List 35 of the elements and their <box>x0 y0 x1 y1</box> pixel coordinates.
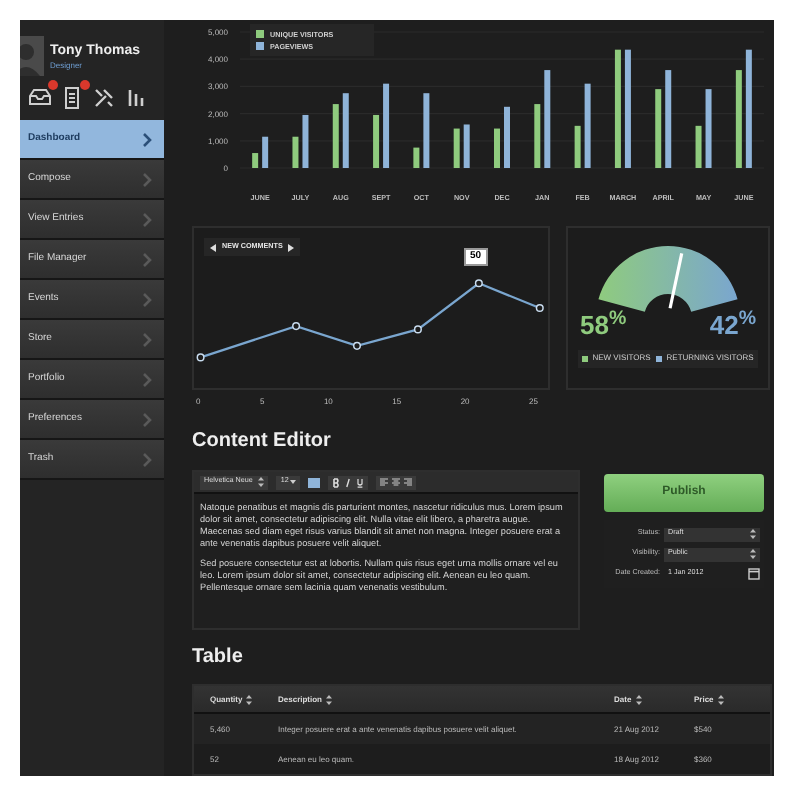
new-visitors-share: 58$^{%}$ <box>580 306 627 344</box>
chevron-right-icon <box>142 131 152 147</box>
returning-visitors-share: 42$^{%}$ <box>709 306 756 344</box>
document-icon[interactable] <box>60 86 84 110</box>
bars-icon[interactable] <box>124 86 148 110</box>
up-down-arrows-icon <box>717 693 724 705</box>
chevron-right-icon <box>142 451 152 467</box>
italic-icon[interactable] <box>344 477 353 487</box>
chevron-right-icon <box>142 331 152 347</box>
up-down-arrows-icon <box>326 693 333 705</box>
align-right-icon[interactable] <box>404 478 413 486</box>
chevron-right-icon <box>142 411 152 427</box>
chevron-right-icon <box>142 291 152 307</box>
tray-icon[interactable] <box>28 86 52 110</box>
section-heading: Table <box>192 644 243 672</box>
up-down-arrows-icon <box>635 693 642 705</box>
up-down-arrows-icon <box>750 548 756 560</box>
underline-icon[interactable] <box>356 477 365 487</box>
bold-icon[interactable] <box>332 477 341 487</box>
align-center-icon[interactable] <box>392 478 401 486</box>
align-left-icon[interactable] <box>380 478 389 486</box>
tools-icon[interactable] <box>92 86 116 110</box>
up-down-arrows-icon <box>258 476 265 488</box>
caret-icon <box>290 480 297 484</box>
previous-arrow-icon[interactable] <box>210 243 216 251</box>
calendar-icon[interactable] <box>748 568 760 580</box>
up-down-arrows-icon <box>750 528 756 540</box>
up-down-arrows-icon <box>246 693 253 705</box>
chevron-right-icon <box>142 171 152 187</box>
chevron-right-icon <box>142 371 152 387</box>
chevron-right-icon <box>142 251 152 267</box>
text-color-button[interactable] <box>308 477 321 487</box>
next-arrow-icon[interactable] <box>288 243 295 251</box>
section-heading: Content Editor <box>192 428 331 456</box>
chevron-right-icon <box>142 211 152 227</box>
